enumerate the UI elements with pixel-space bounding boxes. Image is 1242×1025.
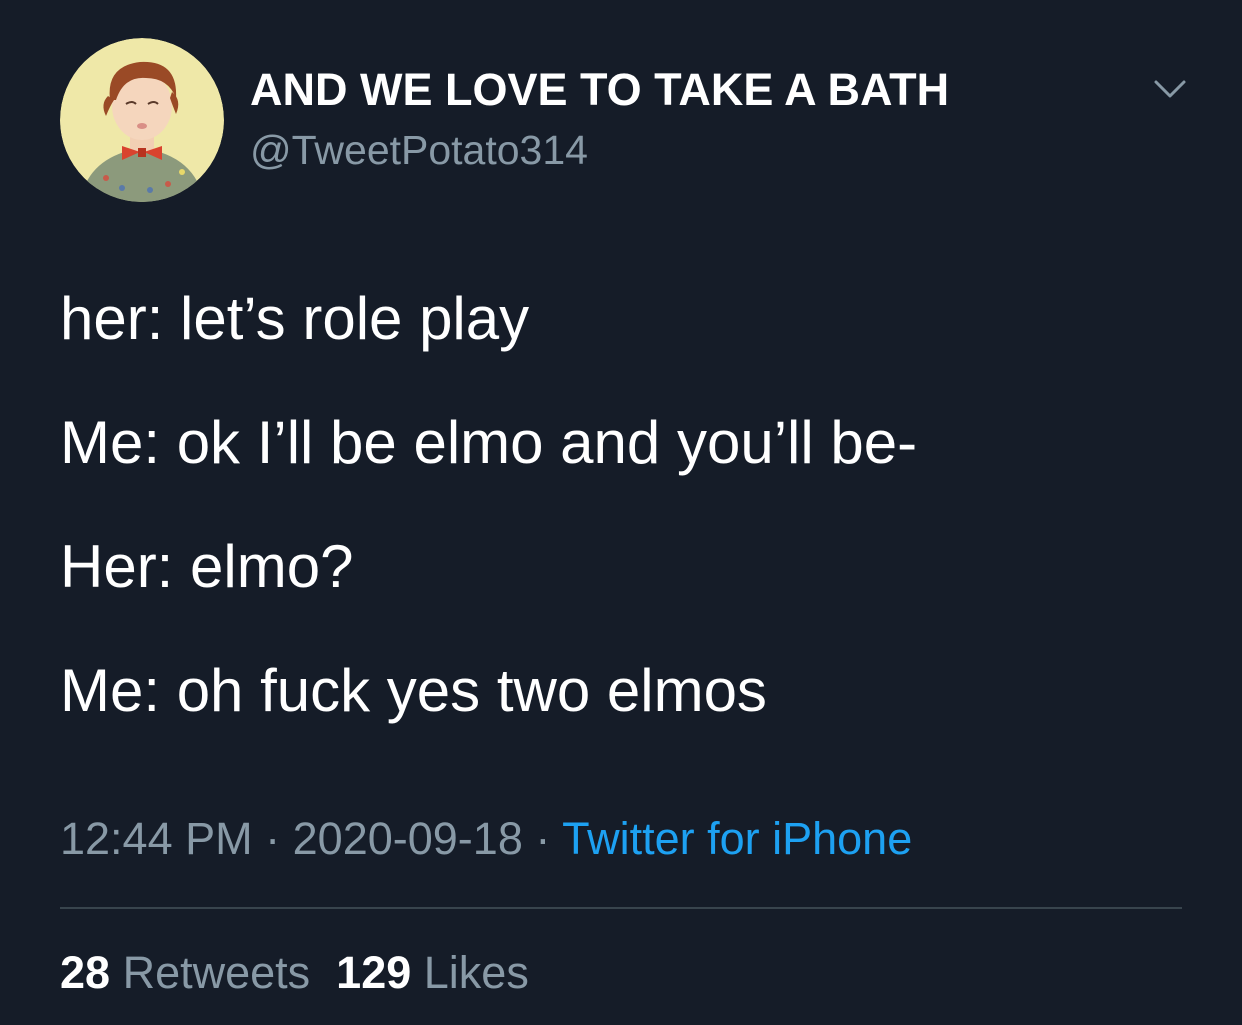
tweet-text: her: let’s role play Me: ok I’ll be elmo… [60,284,1180,780]
likes-count: 129 [336,947,412,998]
likes-label: Likes [423,947,529,998]
retweets-count: 28 [60,947,111,998]
tweet-stats: 28 Retweets 129 Likes [60,946,529,1000]
meta-separator: · [535,813,551,864]
divider [60,907,1182,909]
retweets-stat[interactable]: 28 Retweets [60,947,310,998]
tweet-line: Me: oh fuck yes two elmos [60,657,767,724]
tweet-card: AND WE LOVE TO TAKE A BATH @TweetPotato3… [0,0,1242,1025]
tweet-time[interactable]: 12:44 PM [60,813,253,864]
tweet-line: Her: elmo? [60,533,354,600]
chevron-down-icon[interactable] [1150,74,1190,104]
avatar[interactable] [60,38,224,202]
user-handle[interactable]: @TweetPotato314 [250,126,588,174]
tweet-date[interactable]: 2020-09-18 [293,813,523,864]
tweet-source-link[interactable]: Twitter for iPhone [562,813,912,864]
tweet-meta: 12:44 PM · 2020-09-18 · Twitter for iPho… [60,812,912,866]
meta-separator: · [265,813,281,864]
tweet-line: Me: ok I’ll be elmo and you’ll be- [60,409,918,476]
tweet-line: her: let’s role play [60,285,530,352]
likes-stat[interactable]: 129 Likes [336,947,529,998]
avatar-image [60,38,224,202]
display-name[interactable]: AND WE LOVE TO TAKE A BATH [250,64,949,116]
retweets-label: Retweets [122,947,311,998]
